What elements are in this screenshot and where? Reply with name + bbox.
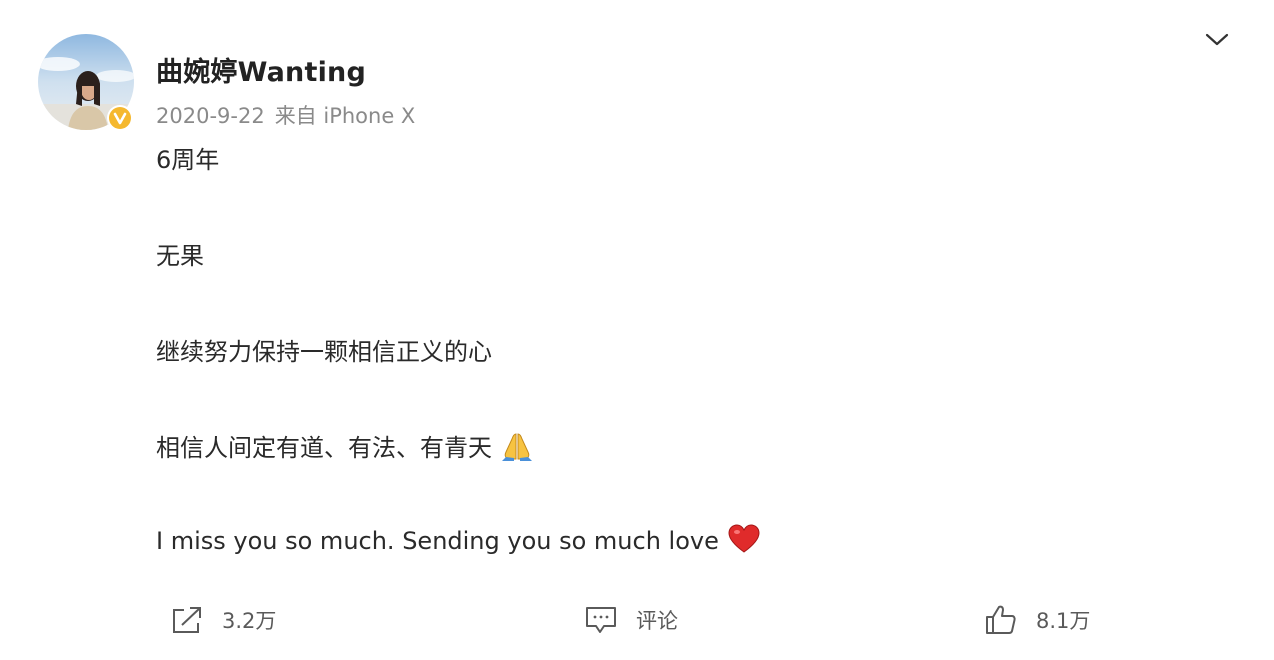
content-line: 6周年 [156, 146, 220, 174]
red-heart-emoji-icon [727, 524, 761, 560]
like-button[interactable]: 8.1万 [984, 600, 1090, 640]
content-line-with-emoji: I miss you so much. Sending you so much … [156, 524, 761, 560]
like-count: 8.1万 [1036, 609, 1091, 633]
post-meta: 2020-9-22 来自 iPhone X [156, 100, 415, 130]
content-line-with-emoji: 相信人间定有道、有法、有青天 [156, 428, 534, 468]
weibo-post-card: 曲婉婷Wanting 2020-9-22 来自 iPhone X 6周年 无果 继… [0, 0, 1274, 660]
share-icon [170, 605, 204, 635]
author-name[interactable]: 曲婉婷Wanting [156, 50, 366, 89]
content-line-text: I miss you so much. Sending you so much … [156, 527, 719, 555]
comment-button[interactable]: 评论 [584, 600, 678, 640]
post-source[interactable]: 来自 iPhone X [275, 104, 416, 128]
content-line-text: 相信人间定有道、有法、有青天 [156, 434, 492, 462]
folded-hands-emoji-icon [500, 430, 534, 468]
comment-label: 评论 [636, 609, 678, 633]
repost-count: 3.2万 [222, 609, 277, 633]
thumbs-up-icon [984, 604, 1018, 636]
content-line: 无果 [156, 242, 204, 270]
post-date: 2020-9-22 [156, 104, 265, 128]
chevron-down-icon[interactable] [1204, 30, 1230, 50]
repost-button[interactable]: 3.2万 [170, 600, 276, 640]
verified-badge-icon [106, 104, 134, 132]
content-line: 继续努力保持一颗相信正义的心 [156, 338, 492, 366]
comment-icon [584, 605, 618, 635]
